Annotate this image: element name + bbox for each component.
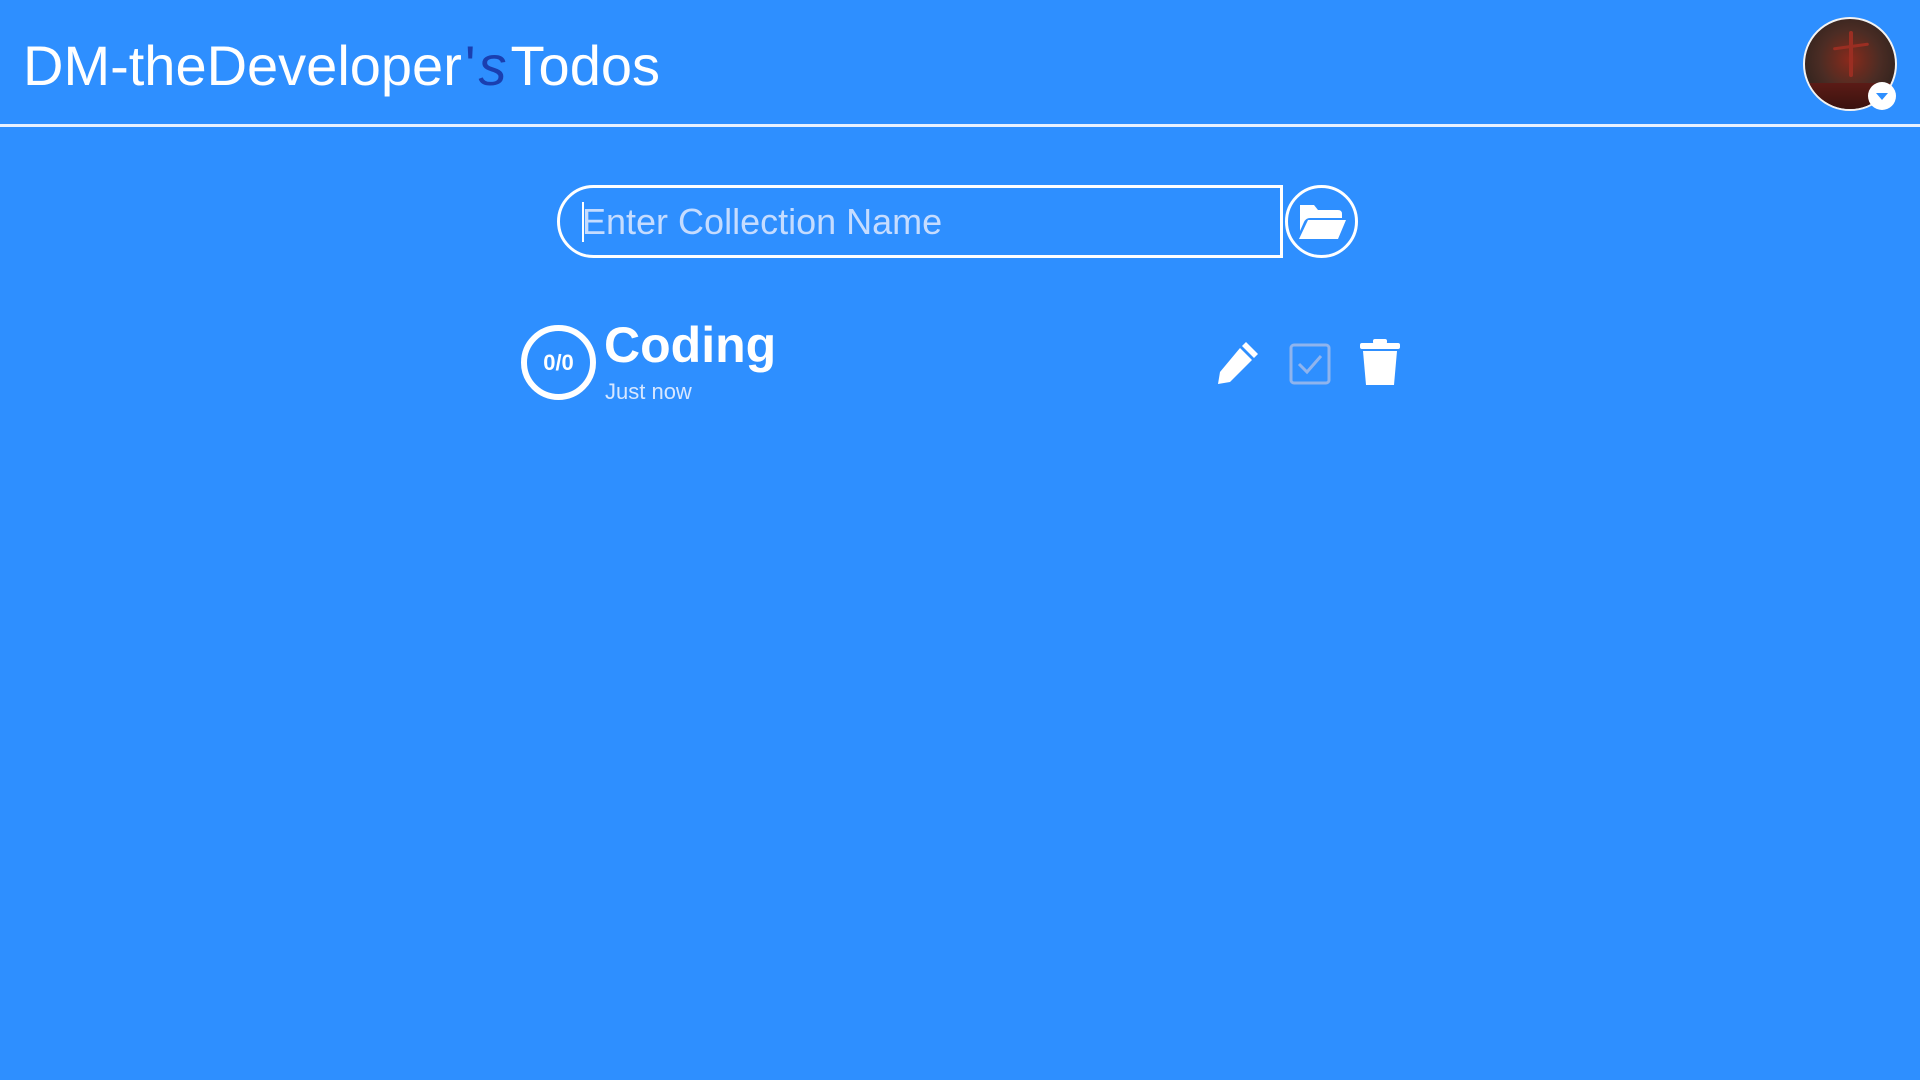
- edit-button[interactable]: [1213, 337, 1263, 387]
- app-title: DM-theDeveloper'sTodos: [23, 30, 660, 102]
- collection-name-input[interactable]: [582, 188, 1272, 255]
- collection-name-field: [557, 185, 1283, 258]
- avatar-figure: [1849, 31, 1853, 77]
- folder-open-icon: [1298, 204, 1346, 239]
- add-collection-button[interactable]: [1285, 185, 1358, 258]
- progress-ring: 0/0: [521, 325, 596, 400]
- checkbox-icon: [1289, 343, 1331, 385]
- trash-icon: [1360, 339, 1400, 385]
- pencil-icon: [1218, 342, 1258, 384]
- brand-name: DM-theDeveloper: [23, 34, 462, 97]
- complete-button[interactable]: [1288, 342, 1332, 386]
- app-header: DM-theDeveloper'sTodos: [0, 0, 1920, 127]
- progress-count: 0/0: [543, 349, 574, 375]
- collection-title[interactable]: Coding: [604, 315, 776, 375]
- collection-item[interactable]: 0/0 Coding Just now: [520, 315, 1406, 415]
- brand-apostrophe: ': [464, 34, 476, 97]
- brand-s: s: [478, 34, 507, 97]
- caret-down-icon[interactable]: [1868, 82, 1896, 110]
- delete-button[interactable]: [1357, 337, 1403, 387]
- brand-suffix: Todos: [510, 34, 660, 97]
- collection-timestamp: Just now: [605, 379, 692, 404]
- text-cursor: [582, 202, 584, 242]
